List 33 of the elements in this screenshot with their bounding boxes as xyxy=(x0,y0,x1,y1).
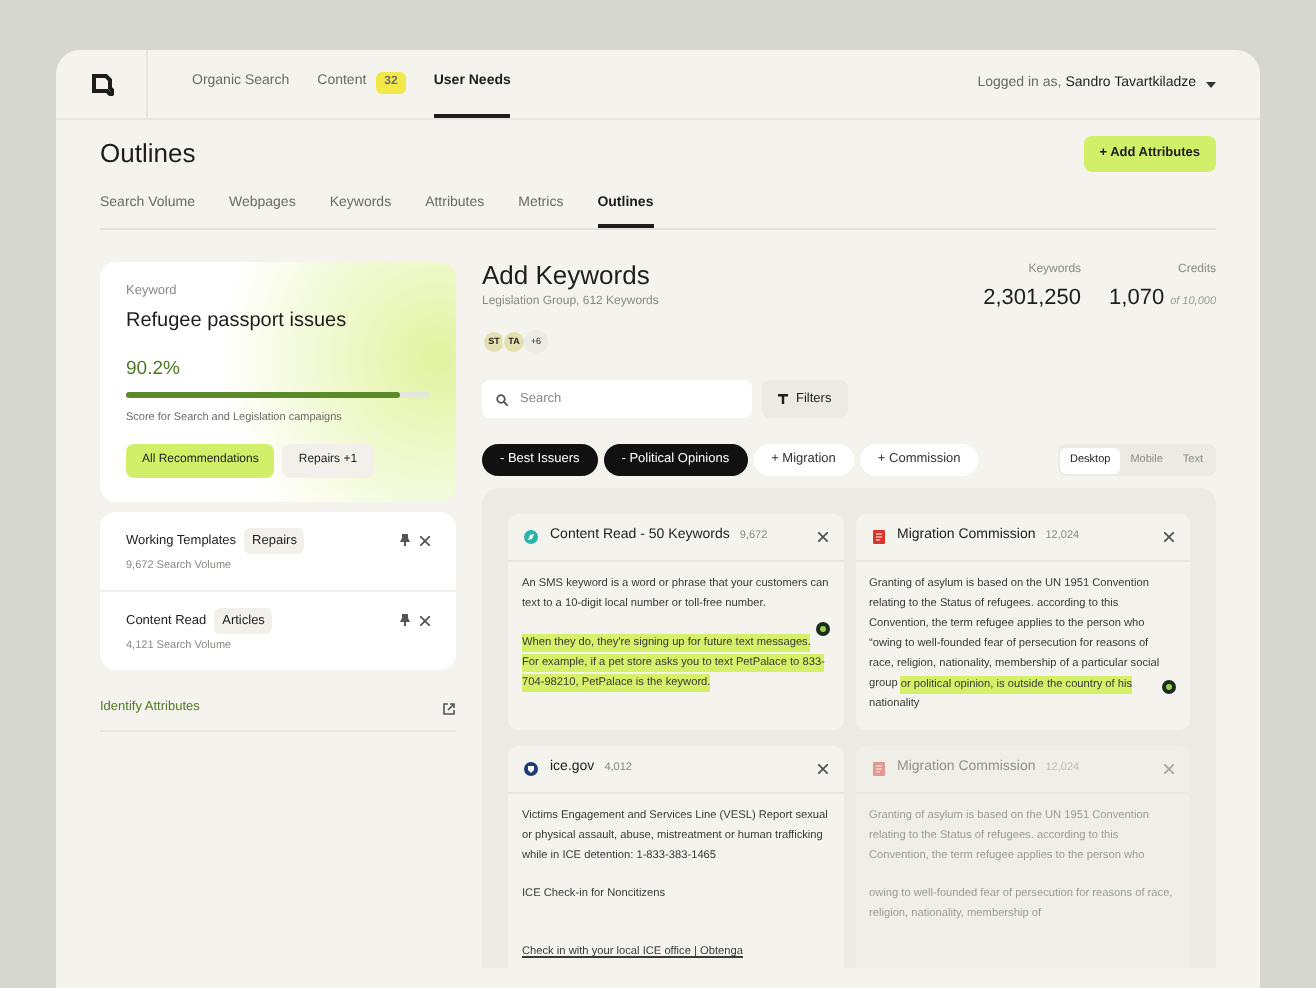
search-icon xyxy=(496,393,508,405)
page-title: Outlines xyxy=(100,136,196,172)
close-icon xyxy=(420,535,430,546)
section-title: Add Keywords xyxy=(482,262,652,290)
keyword-title: Refugee passport issues xyxy=(126,307,349,336)
caret-icon xyxy=(1206,81,1216,87)
external-link-icon xyxy=(442,701,456,716)
close-icon xyxy=(817,532,827,542)
open-external-button[interactable] xyxy=(442,701,456,716)
close-icon xyxy=(420,615,430,626)
filter-icon xyxy=(778,394,788,404)
close-button[interactable] xyxy=(420,615,430,626)
pin-button[interactable] xyxy=(400,534,410,547)
close-icon xyxy=(1164,532,1174,542)
document-icon xyxy=(871,530,885,544)
stat-value: 2,301,250 xyxy=(983,284,1082,314)
shield-icon xyxy=(524,762,538,776)
comment-marker-icon xyxy=(1162,680,1176,694)
score-value: 90.2% xyxy=(126,355,182,384)
pin-icon xyxy=(400,614,410,627)
compass-icon xyxy=(524,530,538,544)
close-icon xyxy=(1164,764,1174,774)
pin-button[interactable] xyxy=(400,614,410,627)
close-button[interactable] xyxy=(420,535,430,546)
close-button[interactable] xyxy=(817,764,827,774)
close-button[interactable] xyxy=(1164,532,1174,542)
comment-marker-icon xyxy=(815,622,829,636)
logo-icon xyxy=(89,72,113,96)
pin-icon xyxy=(400,534,410,547)
close-button[interactable] xyxy=(817,532,827,542)
stat-value: 1,070 xyxy=(1109,284,1165,314)
document-icon xyxy=(871,762,885,776)
close-icon xyxy=(817,764,827,774)
